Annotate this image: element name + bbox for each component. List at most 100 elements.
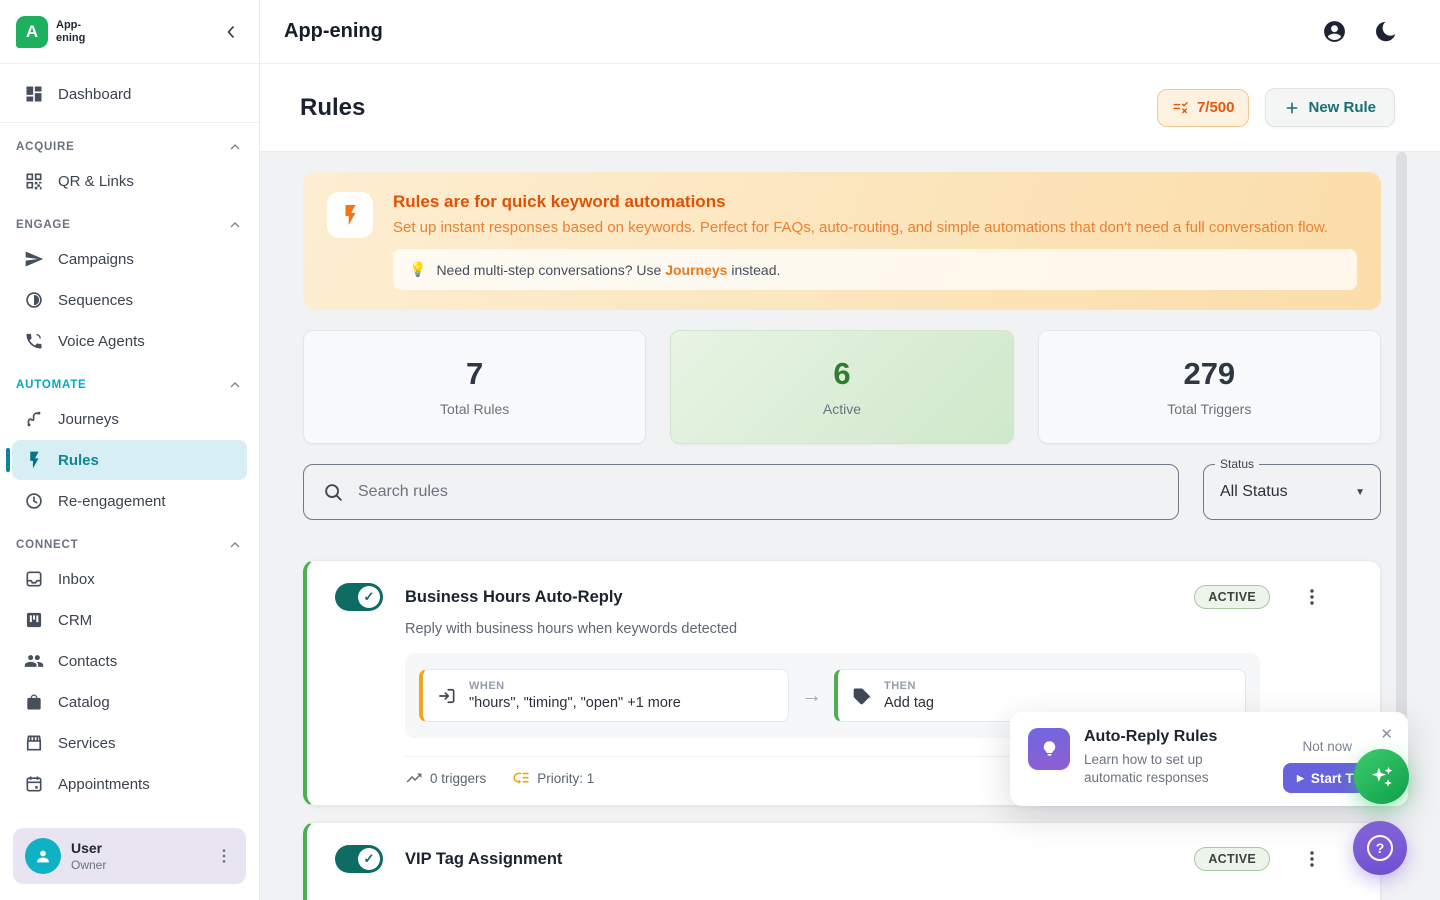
rule-quota-badge: 7/500 (1157, 89, 1250, 127)
stat-total-triggers: 279 Total Triggers (1038, 330, 1381, 444)
sidebar-item-qr-links[interactable]: QR & Links (12, 161, 247, 201)
sidebar-item-services[interactable]: Services (12, 723, 247, 763)
topbar-actions (1322, 19, 1398, 44)
then-value: Add tag (884, 695, 934, 711)
chevron-left-icon (221, 22, 241, 42)
user-role: Owner (71, 858, 106, 872)
sidebar-item-sequences[interactable]: Sequences (12, 280, 247, 320)
status-filter-value: All Status (1204, 465, 1380, 518)
user-name: User (71, 840, 106, 856)
rule-toggle[interactable]: ✓ (335, 583, 383, 611)
sidebar-item-dashboard[interactable]: Dashboard (12, 74, 247, 114)
sidebar-item-voice-agents[interactable]: Voice Agents (12, 321, 247, 361)
sidebar-item-label: Dashboard (58, 86, 131, 103)
section-automate: AUTOMATE (16, 377, 243, 393)
rule-toggle[interactable]: ✓ (335, 845, 383, 873)
stat-label: Total Triggers (1039, 401, 1380, 417)
ai-assistant-fab[interactable] (1354, 749, 1409, 804)
stat-value: 6 (671, 357, 1012, 391)
kebab-menu-icon[interactable] (214, 846, 234, 866)
low-priority-icon (512, 769, 530, 787)
trending-up-icon (405, 769, 423, 787)
tag-icon (852, 686, 872, 706)
inbox-icon (24, 569, 44, 589)
toggle-check-icon: ✓ (358, 848, 380, 870)
banner-text: Rules are for quick keyword automations … (393, 192, 1357, 290)
chevron-up-icon[interactable] (227, 139, 243, 155)
scrollbar-thumb[interactable] (1396, 152, 1407, 772)
sidebar-item-label: Campaigns (58, 251, 134, 268)
rule-title: VIP Tag Assignment (405, 850, 562, 869)
kebab-menu-icon[interactable] (1300, 847, 1324, 871)
banner-title: Rules are for quick keyword automations (393, 192, 1357, 212)
kanban-icon (24, 610, 44, 630)
chevron-up-icon[interactable] (227, 217, 243, 233)
priority: Priority: 1 (512, 769, 594, 787)
stat-label: Total Rules (304, 401, 645, 417)
rule-icon (1172, 99, 1190, 117)
sidebar-item-crm[interactable]: CRM (12, 600, 247, 640)
stat-label: Active (671, 401, 1012, 417)
stat-value: 279 (1039, 357, 1380, 391)
sidebar-item-campaigns[interactable]: Campaigns (12, 239, 247, 279)
sidebar-item-catalog[interactable]: Catalog (12, 682, 247, 722)
popup-body: Learn how to set up automatic responses (1084, 751, 1254, 787)
search-input[interactable] (303, 464, 1179, 520)
moon-icon[interactable] (1373, 19, 1398, 44)
half-circle-icon (24, 290, 44, 310)
lightbulb-icon (1028, 728, 1070, 770)
user-info: User Owner (71, 840, 106, 872)
when-step: WHEN "hours", "timing", "open" +1 more (419, 669, 789, 722)
sidebar-item-inbox[interactable]: Inbox (12, 559, 247, 599)
route-icon (24, 409, 44, 429)
question-mark-icon: ? (1367, 835, 1393, 861)
chevron-up-icon[interactable] (227, 537, 243, 553)
sidebar-nav: Dashboard ACQUIRE QR & Links ENGAGE Camp… (0, 64, 259, 818)
page-title: Rules (300, 94, 365, 122)
kebab-menu-icon[interactable] (1300, 585, 1324, 609)
not-now-button[interactable]: Not now (1302, 739, 1352, 754)
trigger-in-icon (437, 686, 457, 706)
sidebar-item-label: Inbox (58, 571, 95, 588)
sidebar-item-label: Sequences (58, 292, 133, 309)
new-rule-button[interactable]: New Rule (1265, 88, 1395, 127)
chevron-up-icon[interactable] (227, 377, 243, 393)
bolt-icon (327, 192, 373, 238)
sidebar-item-appointments[interactable]: Appointments (12, 764, 247, 804)
section-engage: ENGAGE (16, 217, 243, 233)
banner-tip: 💡 Need multi-step conversations? Use Jou… (393, 249, 1357, 290)
info-banner: Rules are for quick keyword automations … (303, 172, 1381, 310)
sidebar-item-rules[interactable]: Rules (12, 440, 247, 480)
arrow-right-icon: → (801, 684, 822, 708)
popup-title: Auto-Reply Rules (1084, 728, 1254, 746)
sidebar-item-journeys[interactable]: Journeys (12, 399, 247, 439)
bolt-icon (24, 450, 44, 470)
send-icon (24, 249, 44, 269)
status-filter-select[interactable]: Status All Status ▼ (1203, 464, 1381, 520)
help-fab[interactable]: ? (1353, 821, 1407, 875)
filters-row: Status All Status ▼ (303, 464, 1381, 520)
user-card[interactable]: User Owner (13, 828, 246, 884)
journeys-link[interactable]: Journeys (665, 262, 727, 278)
sidebar-item-label: QR & Links (58, 173, 134, 190)
sidebar-item-label: Voice Agents (58, 333, 145, 350)
status-filter-label: Status (1215, 457, 1259, 471)
account-circle-icon[interactable] (1322, 19, 1347, 44)
sidebar-item-label: Contacts (58, 653, 117, 670)
rule-card: ✓ VIP Tag Assignment ACTIVE (303, 822, 1381, 900)
then-label: THEN (884, 680, 934, 692)
qr-code-icon (24, 171, 44, 191)
dropdown-arrow-icon: ▼ (1355, 487, 1365, 498)
sidebar-item-re-engagement[interactable]: Re-engagement (12, 481, 247, 521)
stat-active: 6 Active (670, 330, 1013, 444)
trigger-count: 0 triggers (405, 769, 486, 787)
sidebar-item-label: Re-engagement (58, 493, 166, 510)
close-icon[interactable]: ✕ (1380, 725, 1393, 743)
stat-value: 7 (304, 357, 645, 391)
sidebar-item-contacts[interactable]: Contacts (12, 641, 247, 681)
dashboard-icon (24, 84, 44, 104)
sidebar-collapse-button[interactable] (219, 20, 243, 44)
plus-icon (1284, 100, 1300, 116)
rule-card-header: ✓ VIP Tag Assignment ACTIVE (335, 845, 1352, 873)
status-badge: ACTIVE (1194, 847, 1270, 871)
